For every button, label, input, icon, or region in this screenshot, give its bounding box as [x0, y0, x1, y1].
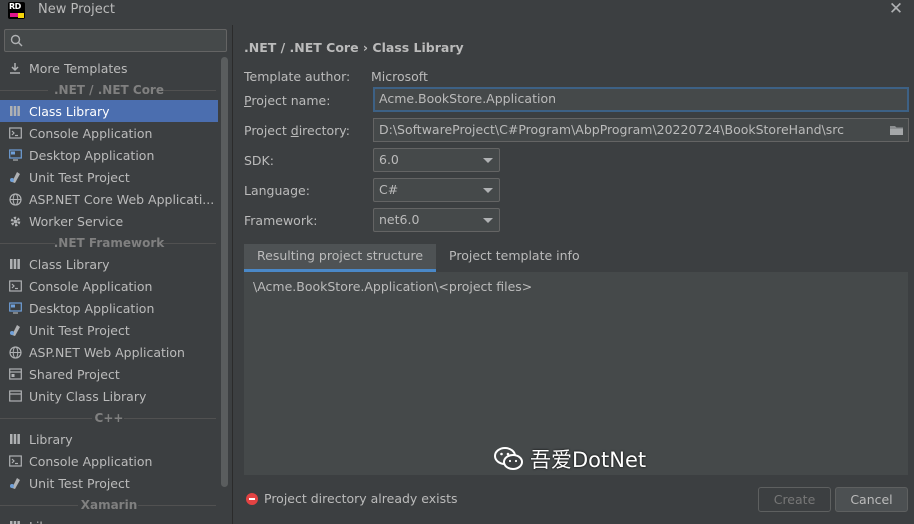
- unit-test-icon: [8, 323, 22, 337]
- error-icon: [246, 492, 258, 505]
- tab-template-info[interactable]: Project template info: [436, 244, 593, 272]
- console-icon: [8, 279, 22, 293]
- template-item-label: Class Library: [29, 103, 110, 119]
- template-item[interactable]: Class Library: [0, 100, 218, 122]
- title-bar: RD New Project ✕: [0, 0, 914, 22]
- tab-resulting-structure[interactable]: Resulting project structure: [244, 244, 437, 272]
- template-item[interactable]: Unit Test Project: [0, 319, 218, 341]
- template-item[interactable]: Console Application: [0, 122, 218, 144]
- template-item[interactable]: Unit Test Project: [0, 472, 218, 494]
- project-name-input[interactable]: Acme.BookStore.Application: [373, 87, 909, 112]
- template-item[interactable]: Console Application: [0, 450, 218, 472]
- error-text: Project directory already exists: [264, 491, 458, 506]
- close-icon[interactable]: ✕: [888, 1, 904, 18]
- cancel-button[interactable]: Cancel: [835, 487, 908, 512]
- unit-test-icon: [8, 170, 22, 184]
- globe-icon: [8, 345, 22, 359]
- template-item[interactable]: Desktop Application: [0, 297, 218, 319]
- template-item-label: Desktop Application: [29, 147, 155, 163]
- library-icon: [8, 104, 22, 118]
- project-name-label: Project name:: [244, 93, 331, 108]
- wechat-icon: [494, 447, 523, 470]
- template-item[interactable]: Class Library: [0, 253, 218, 275]
- chevron-down-icon: [483, 188, 493, 193]
- rider-logo-icon: RD: [8, 2, 25, 19]
- template-item[interactable]: ASP.NET Web Application: [0, 341, 218, 363]
- template-item[interactable]: Desktop Application: [0, 144, 218, 166]
- project-directory-input[interactable]: D:\SoftwareProject\C#Program\AbpProgram\…: [373, 118, 909, 142]
- template-item-label: Unit Test Project: [29, 475, 130, 491]
- framework-select[interactable]: net6.0: [373, 208, 500, 232]
- language-select[interactable]: C#: [373, 178, 500, 202]
- project-directory-value: D:\SoftwareProject\C#Program\AbpProgram\…: [379, 122, 845, 137]
- info-tabs: Resulting project structure Project temp…: [244, 244, 908, 272]
- template-search-input[interactable]: [4, 29, 227, 52]
- library-icon: [8, 432, 22, 446]
- error-message: Project directory already exists: [246, 491, 458, 506]
- template-group-header: C++: [0, 407, 218, 428]
- desktop-icon: [8, 301, 22, 315]
- template-sidebar: More Templates .NET / .NET Core Class Libr…: [0, 25, 233, 524]
- template-breadcrumb: .NET / .NET Core › Class Library: [244, 40, 464, 55]
- console-icon: [8, 454, 22, 468]
- template-item[interactable]: Unit Test Project: [0, 166, 218, 188]
- download-icon: [8, 61, 22, 75]
- template-item[interactable]: Console Application: [0, 275, 218, 297]
- template-item-label: Library: [29, 519, 73, 524]
- create-button[interactable]: Create: [758, 487, 831, 512]
- template-group-header: .NET / .NET Core: [0, 79, 218, 100]
- chevron-down-icon: [483, 158, 493, 163]
- library-icon: [8, 519, 22, 524]
- template-author-label: Template author:: [244, 69, 351, 84]
- template-item[interactable]: ASP.NET Core Web Applicati...: [0, 188, 218, 210]
- console-icon: [8, 126, 22, 140]
- template-item-label: More Templates: [29, 60, 128, 76]
- template-item[interactable]: Library: [0, 515, 218, 524]
- chevron-down-icon: [483, 218, 493, 223]
- template-item[interactable]: Library: [0, 428, 218, 450]
- template-item-label: Class Library: [29, 256, 110, 272]
- shared-project-icon: [8, 367, 22, 381]
- template-item-label: Shared Project: [29, 366, 120, 382]
- sdk-select[interactable]: 6.0: [373, 148, 500, 172]
- template-group-header: .NET Framework: [0, 232, 218, 253]
- search-icon: [10, 34, 23, 47]
- globe-icon: [8, 192, 22, 206]
- watermark: 吾爱DotNet: [494, 444, 646, 474]
- framework-label: Framework:: [244, 213, 318, 228]
- watermark-text: 吾爱DotNet: [530, 448, 647, 472]
- template-item-label: ASP.NET Web Application: [29, 344, 185, 360]
- project-directory-label: Project directory:: [244, 123, 350, 138]
- template-item-label: Desktop Application: [29, 300, 155, 316]
- template-item[interactable]: Worker Service: [0, 210, 218, 232]
- library-icon: [8, 257, 22, 271]
- template-item[interactable]: Shared Project: [0, 363, 218, 385]
- template-item[interactable]: Unity Class Library: [0, 385, 218, 407]
- unit-test-icon: [8, 476, 22, 490]
- template-item-label: Console Application: [29, 125, 153, 141]
- project-structure-text: \Acme.BookStore.Application\<project fil…: [253, 279, 533, 294]
- template-item-label: ASP.NET Core Web Applicati...: [29, 191, 215, 207]
- window-title: New Project: [38, 2, 115, 17]
- template-item-label: Unit Test Project: [29, 322, 130, 338]
- gear-icon: [8, 214, 22, 228]
- template-item-label: Unity Class Library: [29, 388, 147, 404]
- template-list-scrollbar[interactable]: [220, 57, 229, 519]
- template-group-header: Xamarin: [0, 494, 218, 515]
- desktop-icon: [8, 148, 22, 162]
- folder-browse-icon[interactable]: [889, 124, 904, 136]
- scrollbar-thumb[interactable]: [221, 57, 228, 487]
- template-item[interactable]: More Templates: [0, 57, 218, 79]
- template-item-label: Unit Test Project: [29, 169, 130, 185]
- template-item-label: Worker Service: [29, 213, 124, 229]
- template-list: More Templates .NET / .NET Core Class Libr…: [0, 57, 218, 524]
- template-item-label: Console Application: [29, 278, 153, 294]
- language-label: Language:: [244, 183, 310, 198]
- template-item-label: Library: [29, 431, 73, 447]
- sdk-label: SDK:: [244, 153, 274, 168]
- unity-library-icon: [8, 389, 22, 403]
- template-item-label: Console Application: [29, 453, 153, 469]
- template-author-value: Microsoft: [371, 69, 428, 84]
